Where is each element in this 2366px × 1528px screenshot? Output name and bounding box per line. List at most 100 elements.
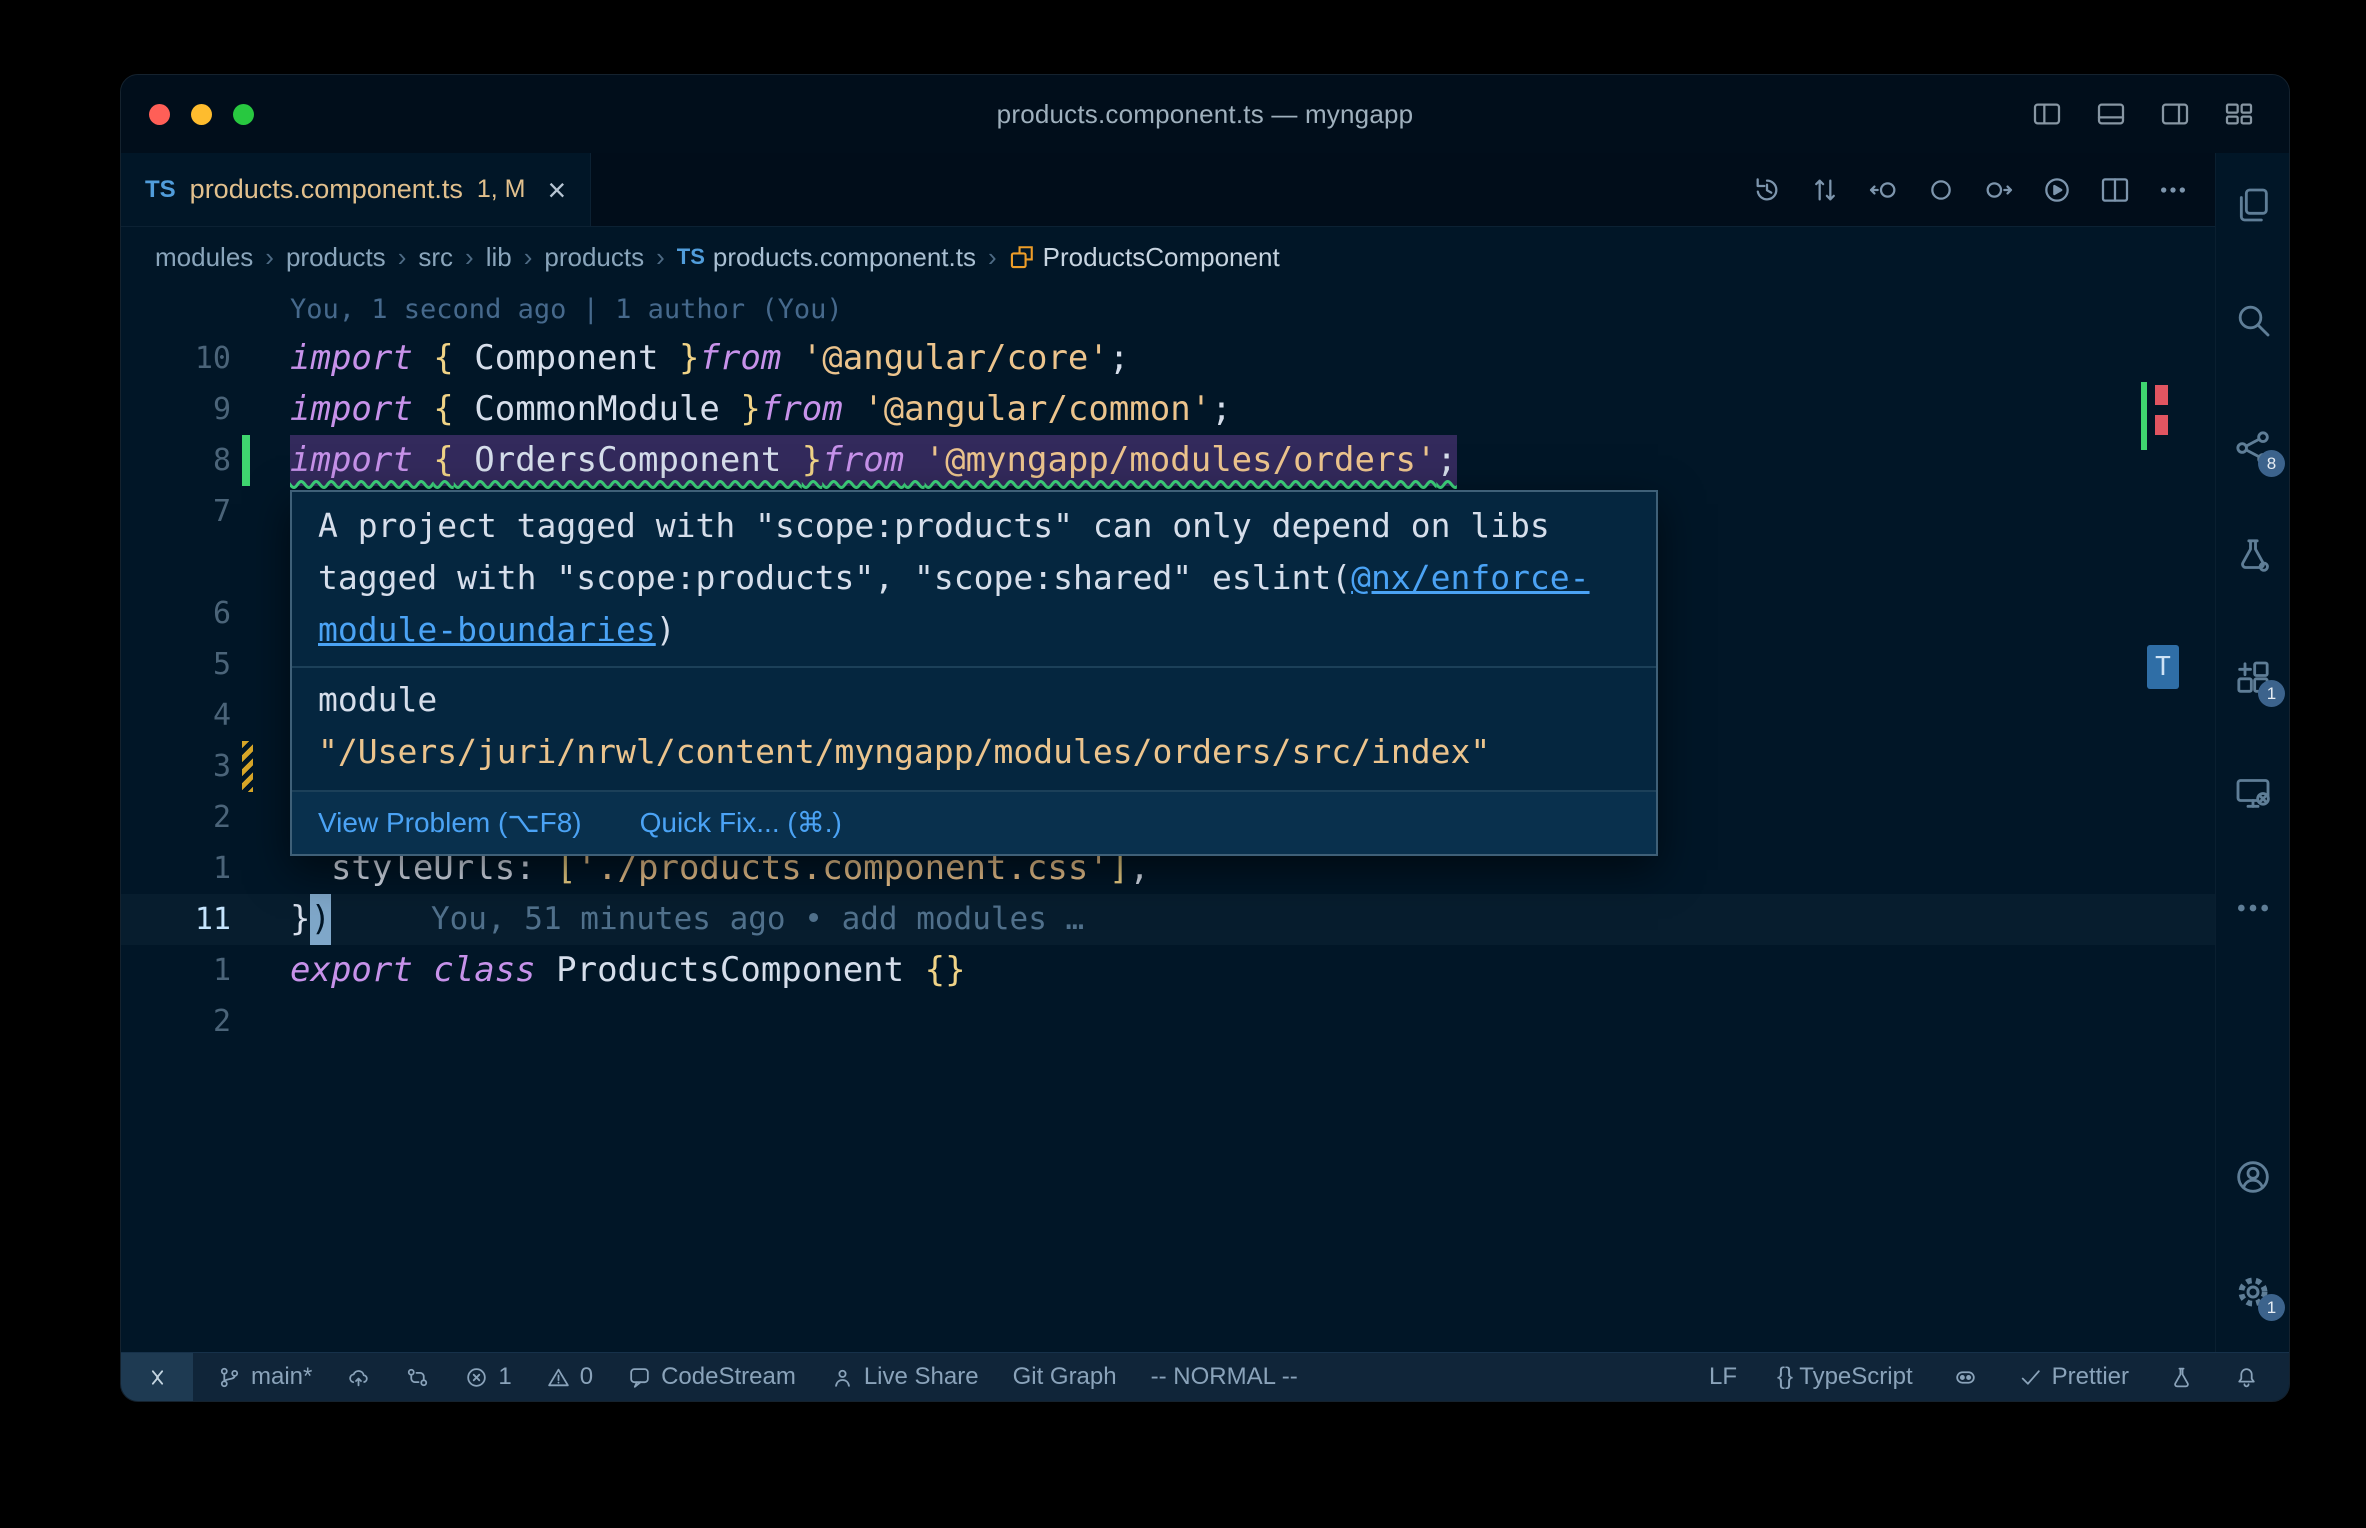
status-publish-changes[interactable] bbox=[346, 1365, 371, 1390]
status-remote-indicator[interactable] bbox=[121, 1352, 193, 1401]
quick-fix-action[interactable]: Quick Fix... (⌘.) bbox=[640, 801, 842, 845]
error-icon bbox=[464, 1365, 489, 1390]
run-file-button[interactable] bbox=[2041, 174, 2073, 206]
problems-warnings-label: 0 bbox=[579, 1363, 594, 1390]
code-line[interactable]: 11}) You, 51 minutes ago • add modules … bbox=[121, 894, 2215, 945]
status-vim-mode[interactable]: -- NORMAL -- bbox=[1151, 1363, 1298, 1391]
git-graph-label: Git Graph bbox=[1012, 1363, 1117, 1390]
compare-icon bbox=[405, 1365, 430, 1390]
code-line[interactable]: 8 import { OrdersComponent }from '@myngap… bbox=[121, 435, 2215, 486]
code-token: } bbox=[290, 899, 311, 939]
toggle-panel-button[interactable] bbox=[2095, 98, 2127, 130]
bell-icon bbox=[2234, 1365, 2259, 1390]
vim-block-cursor: ) bbox=[310, 894, 331, 945]
status-git-graph[interactable]: Git Graph bbox=[1013, 1363, 1117, 1391]
tab-close-icon[interactable]: × bbox=[547, 174, 566, 206]
problems-errors-label: 1 bbox=[498, 1363, 512, 1390]
status-live-share[interactable]: Live Share bbox=[830, 1363, 979, 1391]
window-controls bbox=[149, 75, 254, 153]
open-changes-button[interactable] bbox=[1809, 174, 1841, 206]
ellipsis-icon bbox=[2233, 888, 2273, 928]
module-label: module bbox=[318, 680, 438, 719]
gitlens-annotations-button[interactable] bbox=[1925, 174, 1957, 206]
code-token: {} bbox=[924, 950, 966, 990]
tab-products-component[interactable]: TS products.component.ts 1, M × bbox=[121, 153, 592, 226]
status-git-branch[interactable]: main* bbox=[217, 1363, 312, 1391]
gutter-decoration bbox=[231, 639, 290, 690]
status-copilot[interactable] bbox=[1953, 1365, 1978, 1390]
problem-message: A project tagged with "scope:products" c… bbox=[292, 492, 1656, 666]
code-editor[interactable]: You, 1 second ago | 1 author (You) 10 impo… bbox=[121, 287, 2215, 1352]
breadcrumb-item-productscomponent[interactable]: ProductsComponent bbox=[1009, 242, 1280, 273]
ellipsis-icon bbox=[2157, 174, 2189, 206]
code-line[interactable]: 1 export class ProductsComponent {} bbox=[121, 945, 2215, 996]
breadcrumb-separator: › bbox=[465, 241, 474, 272]
minimize-window-button[interactable] bbox=[191, 103, 212, 125]
breadcrumb-label: products bbox=[285, 241, 386, 272]
gitlens-blame-header: You, 1 second ago | 1 author (You) bbox=[290, 294, 843, 325]
breadcrumb-item-products[interactable]: products bbox=[544, 242, 644, 273]
zoom-window-button[interactable] bbox=[233, 103, 254, 125]
previous-change-button[interactable] bbox=[1867, 174, 1899, 206]
files-icon bbox=[2233, 185, 2273, 225]
monitor-icon bbox=[2233, 773, 2273, 813]
toggle-right-sidebar-button[interactable] bbox=[2159, 98, 2191, 130]
breadcrumb-item-src[interactable]: src bbox=[418, 242, 453, 273]
module-path-block: module "/Users/juri/nrwl/content/myngapp… bbox=[292, 666, 1656, 790]
status-eol-sequence[interactable]: LF bbox=[1709, 1363, 1737, 1391]
layout-bottom-icon bbox=[2095, 98, 2127, 130]
activity-source-control[interactable]: 8 bbox=[2216, 426, 2289, 477]
status-codestream[interactable]: CodeStream bbox=[627, 1363, 796, 1391]
status-problems-errors[interactable]: 1 bbox=[464, 1363, 512, 1391]
breadcrumb-item-modules[interactable]: modules bbox=[155, 242, 253, 273]
activity-explorer[interactable] bbox=[2216, 183, 2289, 227]
more-actions-button[interactable] bbox=[2157, 174, 2189, 206]
breadcrumb-item-lib[interactable]: lib bbox=[486, 242, 512, 273]
timeline-history-button[interactable] bbox=[1751, 174, 1783, 206]
gutter-decoration bbox=[231, 792, 290, 843]
code-token: from bbox=[822, 440, 905, 480]
activity-remote-explorer[interactable] bbox=[2216, 771, 2289, 815]
activity-more-views[interactable] bbox=[2216, 886, 2289, 930]
code-line[interactable]: 9 import { CommonModule } from '@angular/c… bbox=[121, 384, 2215, 435]
status-feedback[interactable] bbox=[2169, 1365, 2194, 1390]
view-problem-action[interactable]: View Problem (⌥F8) bbox=[318, 801, 582, 845]
branch-icon bbox=[217, 1365, 242, 1390]
play-circle-icon bbox=[2041, 174, 2073, 206]
split-editor-button[interactable] bbox=[2099, 174, 2131, 206]
breadcrumb-separator: › bbox=[523, 241, 533, 272]
line-number bbox=[121, 287, 231, 333]
code-token: } bbox=[740, 389, 761, 429]
overview-error-mark bbox=[2155, 385, 2168, 405]
code-token: ; bbox=[1436, 440, 1457, 480]
status-gitlens-compare[interactable] bbox=[405, 1365, 430, 1390]
activity-settings[interactable]: 1 bbox=[2216, 1270, 2289, 1321]
breadcrumb-separator: › bbox=[397, 241, 407, 272]
status-language-mode[interactable]: {} TypeScript bbox=[1777, 1363, 1913, 1391]
customize-layout-button[interactable] bbox=[2223, 98, 2255, 130]
status-prettier[interactable]: Prettier bbox=[2018, 1363, 2129, 1391]
activity-extensions[interactable]: 1 bbox=[2216, 656, 2289, 707]
beaker-icon bbox=[2233, 535, 2273, 575]
status-problems-warnings[interactable]: 0 bbox=[546, 1363, 593, 1391]
next-change-button[interactable] bbox=[1983, 174, 2015, 206]
line-number: 10 bbox=[194, 341, 231, 376]
code-line[interactable]: 10 import { Component } from '@angular/cor… bbox=[121, 333, 2215, 384]
line-number: 11 bbox=[194, 902, 231, 937]
activity-accounts[interactable] bbox=[2216, 1155, 2289, 1199]
pr-icon bbox=[1809, 174, 1841, 206]
live-share-label: Live Share bbox=[863, 1363, 979, 1390]
code-token: import bbox=[290, 440, 434, 480]
code-line[interactable]: 2 bbox=[121, 996, 2215, 1047]
gutter-added-bar bbox=[242, 435, 250, 486]
breadcrumb-item-products[interactable]: products bbox=[286, 242, 386, 273]
activity-testing[interactable] bbox=[2216, 533, 2289, 577]
close-window-button[interactable] bbox=[149, 103, 170, 125]
toggle-left-sidebar-button[interactable] bbox=[2031, 98, 2063, 130]
line-number: 1 bbox=[212, 953, 231, 988]
gutter-decoration bbox=[231, 945, 290, 996]
gutter-decoration bbox=[231, 741, 290, 792]
status-notifications[interactable] bbox=[2234, 1365, 2259, 1390]
activity-search[interactable] bbox=[2216, 298, 2289, 342]
breadcrumb-item-products-component-ts[interactable]: TS products.component.ts bbox=[677, 242, 976, 273]
